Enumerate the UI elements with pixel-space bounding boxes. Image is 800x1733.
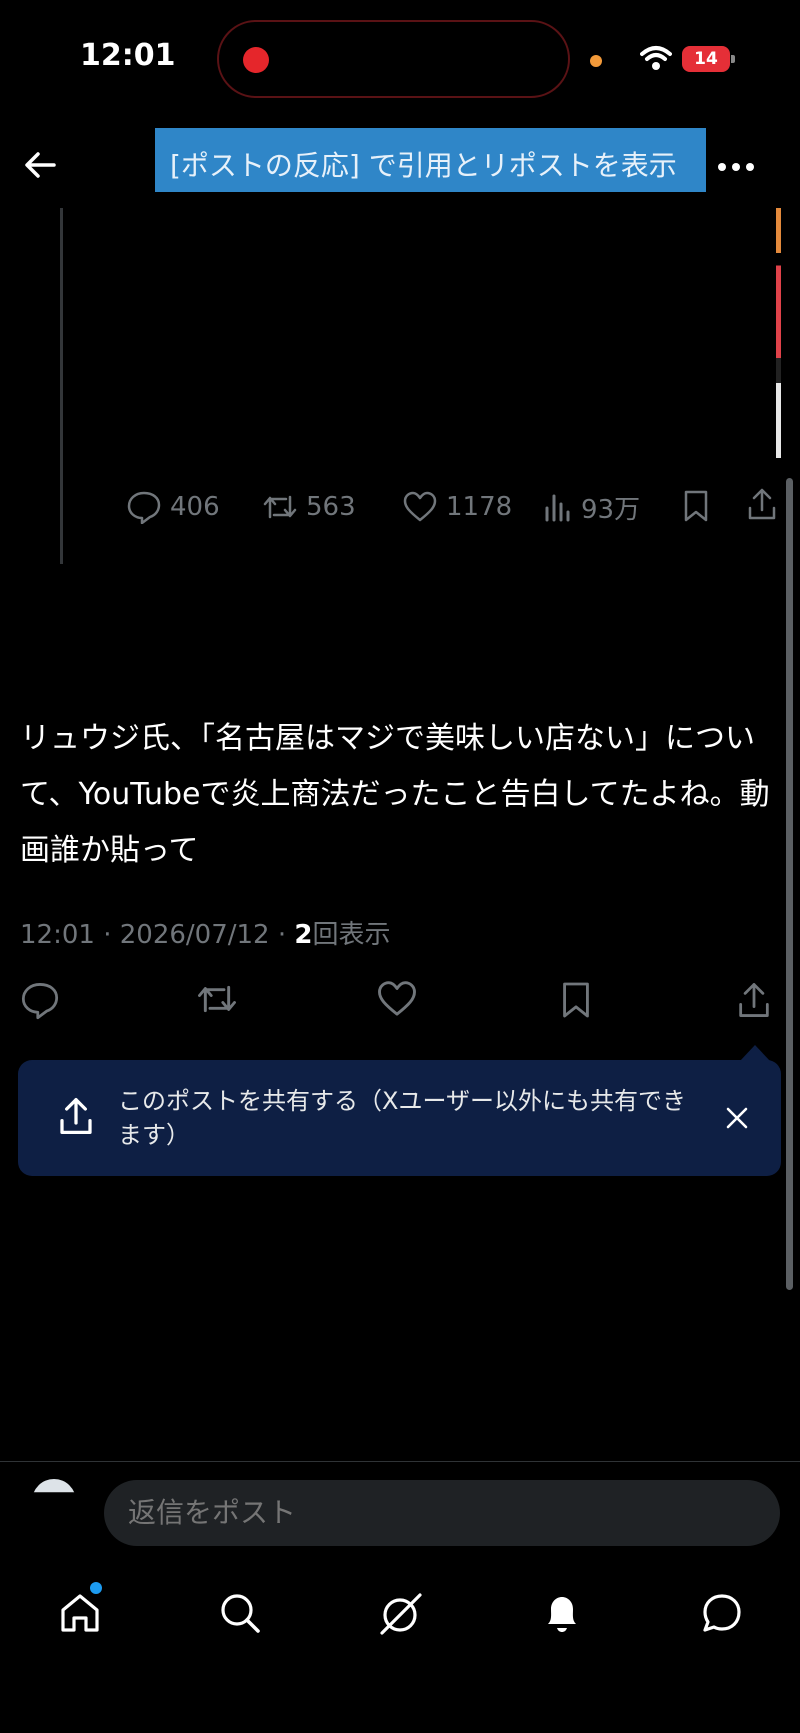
media-preview-edge [776, 208, 781, 458]
reply-count: 406 [170, 492, 220, 522]
heart-icon [403, 491, 437, 522]
messages-icon[interactable] [700, 1591, 744, 1635]
post-view-label: 回表示 [312, 920, 391, 950]
wifi-icon [640, 46, 672, 70]
reply-input[interactable] [104, 1480, 780, 1546]
privacy-indicator-icon [590, 55, 602, 67]
more-options-icon[interactable] [718, 163, 758, 171]
dynamic-island [217, 20, 570, 98]
post-view-count: 2 [294, 920, 313, 950]
notifications-bell-icon[interactable] [540, 1591, 584, 1635]
quote-repost-banner-label: [ポストの反応] で引用とリポストを表示 [170, 149, 677, 182]
view-count-button[interactable]: 93万 [543, 487, 640, 527]
battery-icon: 14 [682, 46, 730, 72]
share-prompt-icon [60, 1098, 92, 1134]
post-meta: 12:01 · 2026/07/12 · 2回表示 [20, 920, 391, 950]
recording-indicator-icon [243, 47, 269, 73]
comment-icon [127, 491, 161, 524]
post-text: リュウジ氏、「名古屋はマジで美味しい店ない」について、YouTubeで炎上商法だ… [20, 721, 770, 868]
share-prompt-text: このポストを共有する（Xユーザー以外にも共有できます） [118, 1087, 686, 1149]
status-time: 12:01 [80, 38, 176, 73]
bookmark-icon[interactable] [682, 489, 710, 523]
share-icon[interactable] [746, 486, 778, 522]
repost-icon [263, 495, 297, 519]
share-prompt-pointer [740, 1045, 770, 1061]
battery-cap [731, 55, 735, 63]
bookmark-button-icon[interactable] [560, 980, 592, 1020]
like-button-icon[interactable] [376, 980, 418, 1018]
scroll-indicator[interactable] [786, 478, 793, 1290]
back-arrow-icon[interactable] [20, 145, 60, 185]
view-count: 93万 [581, 494, 641, 525]
reply-button-icon[interactable] [20, 980, 60, 1020]
share-button-icon[interactable] [736, 980, 772, 1020]
repost-button-icon[interactable] [196, 980, 238, 1018]
reply-divider [0, 1461, 800, 1462]
search-icon[interactable] [218, 1591, 262, 1635]
thread-line [60, 208, 63, 564]
repost-count-button[interactable]: 563 [262, 487, 356, 527]
post-date: 2026/07/12 [119, 920, 270, 950]
avatar[interactable] [32, 1479, 76, 1493]
home-notification-dot [90, 1582, 102, 1594]
grok-icon[interactable] [378, 1591, 424, 1637]
close-icon[interactable] [725, 1106, 749, 1130]
post-time: 12:01 [20, 920, 95, 950]
views-chart-icon [545, 494, 570, 522]
repost-count: 563 [306, 492, 356, 522]
like-count: 1178 [446, 492, 513, 522]
reply-count-button[interactable]: 406 [126, 487, 220, 527]
like-count-button[interactable]: 1178 [402, 487, 512, 527]
home-icon[interactable] [58, 1591, 102, 1635]
